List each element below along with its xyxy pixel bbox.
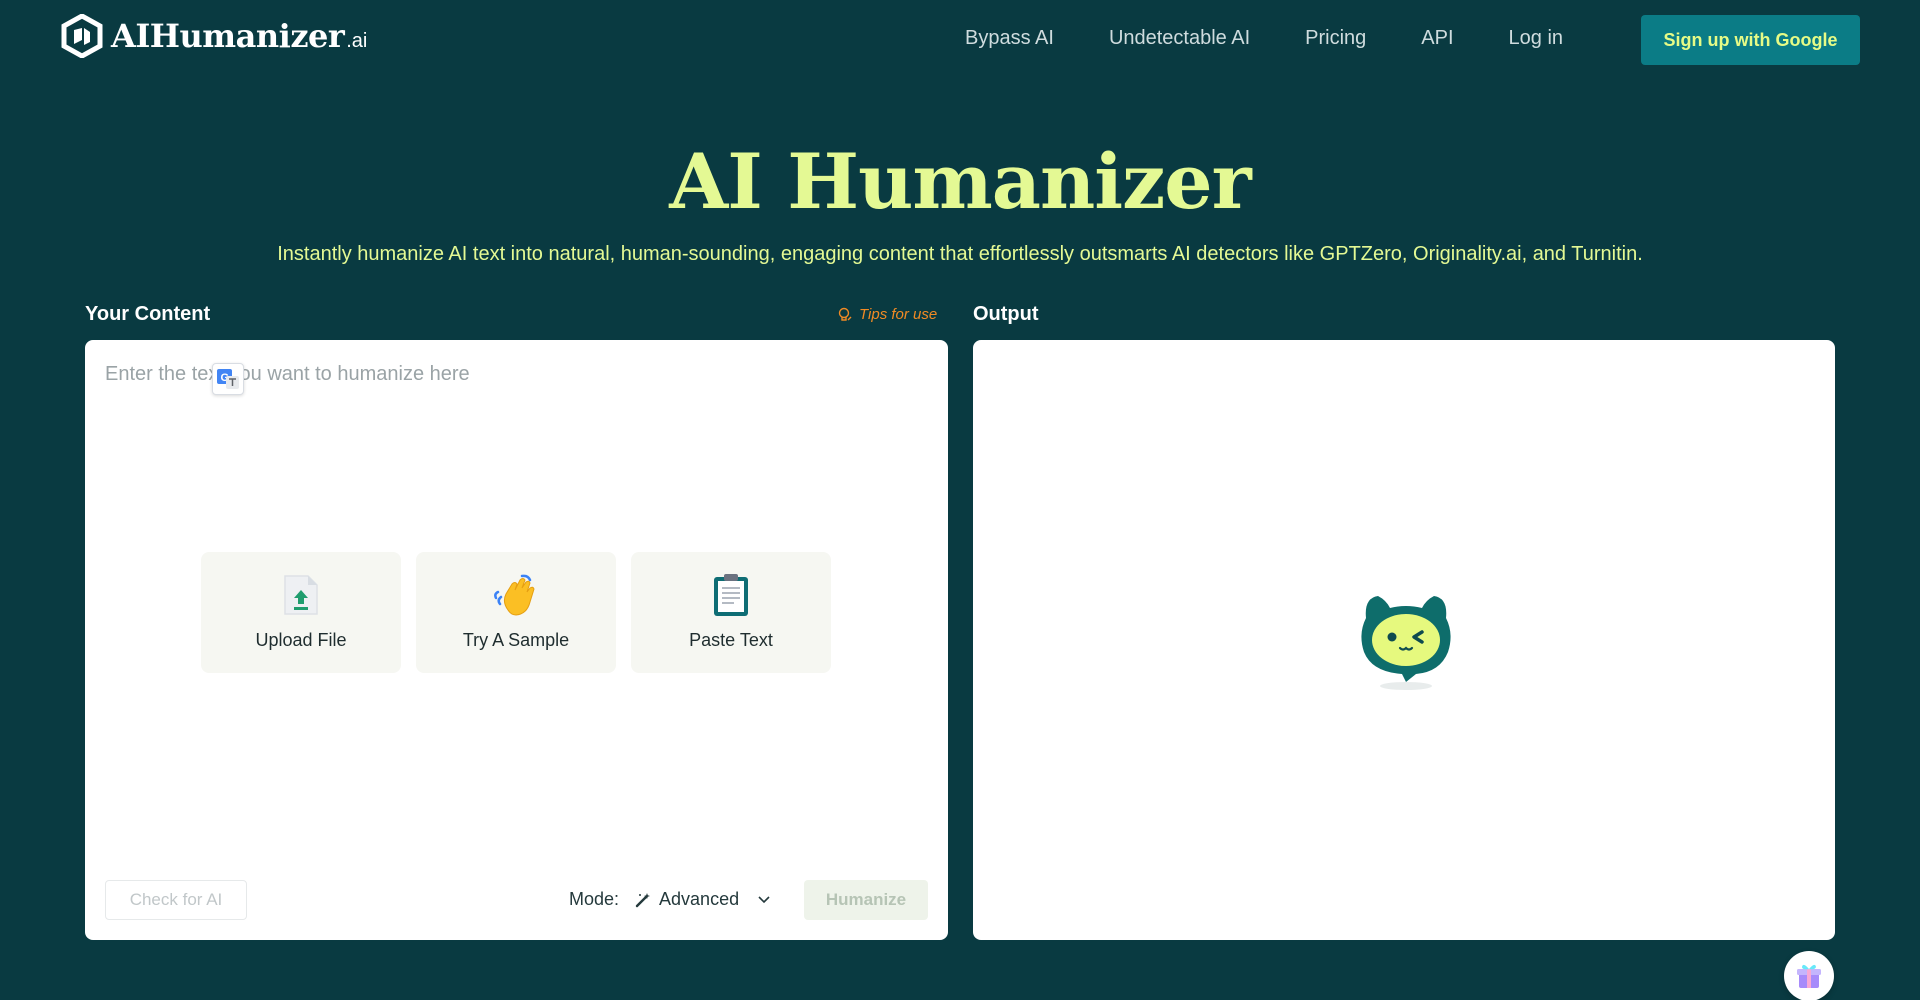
header: AIHumanizer .ai Bypass AI Undetectable A…	[0, 0, 1920, 80]
mode-label: Mode:	[569, 889, 620, 909]
nav-login[interactable]: Log in	[1509, 27, 1564, 50]
tips-label: Tips for use	[859, 306, 938, 323]
nav-undetectable-ai[interactable]: Undetectable AI	[1109, 27, 1250, 50]
brand-name: AIHumanizer	[111, 17, 345, 55]
mascot-icon	[1361, 596, 1451, 690]
paste-text-button[interactable]: Paste Text	[631, 552, 831, 673]
mode-selector[interactable]: Mode: Advanced	[569, 889, 771, 910]
content-textarea[interactable]: Enter the text you want to humanize here	[105, 363, 470, 386]
mode-value: Advanced	[659, 889, 740, 909]
input-actions: Upload File Try A Sample Paste Text	[201, 552, 846, 673]
chevron-down-icon	[758, 895, 770, 903]
logo-icon	[61, 14, 103, 58]
check-for-ai-button[interactable]: Check for AI	[105, 880, 247, 920]
magic-wand-icon	[635, 892, 651, 907]
nav-api[interactable]: API	[1421, 27, 1453, 50]
gift-icon	[1797, 964, 1821, 988]
logo[interactable]: AIHumanizer .ai	[61, 14, 367, 58]
signup-google-button[interactable]: Sign up with Google	[1641, 15, 1860, 65]
main-nav: Bypass AI Undetectable AI Pricing API Lo…	[965, 27, 1618, 50]
nav-bypass-ai[interactable]: Bypass AI	[965, 27, 1054, 50]
page-subtitle: Instantly humanize AI text into natural,…	[277, 243, 1643, 265]
waving-hand-icon	[494, 574, 535, 616]
brand-suffix: .ai	[346, 29, 368, 52]
tips-link[interactable]: Tips for use	[837, 306, 937, 323]
clipboard-icon	[714, 574, 748, 616]
translate-icon[interactable]: G	[212, 363, 244, 395]
upload-file-icon	[284, 575, 318, 615]
output-panel-label: Output	[973, 303, 1039, 325]
input-panel-label: Your Content	[85, 303, 211, 325]
humanize-button[interactable]: Humanize	[804, 880, 928, 920]
lightbulb-icon	[838, 307, 852, 321]
output-panel	[973, 340, 1835, 940]
try-sample-button[interactable]: Try A Sample	[416, 552, 616, 673]
page-title: AI Humanizer	[669, 137, 1251, 226]
gift-button[interactable]	[1784, 951, 1834, 1000]
upload-file-button[interactable]: Upload File	[201, 552, 401, 673]
try-sample-label: Try A Sample	[462, 630, 570, 650]
upload-file-label: Upload File	[255, 630, 347, 650]
nav-pricing[interactable]: Pricing	[1305, 27, 1366, 50]
input-panel: Enter the text you want to humanize here…	[85, 340, 948, 940]
input-bottom-bar: Check for AI Mode: Advanced Humanize	[105, 880, 928, 920]
paste-text-label: Paste Text	[689, 630, 773, 650]
